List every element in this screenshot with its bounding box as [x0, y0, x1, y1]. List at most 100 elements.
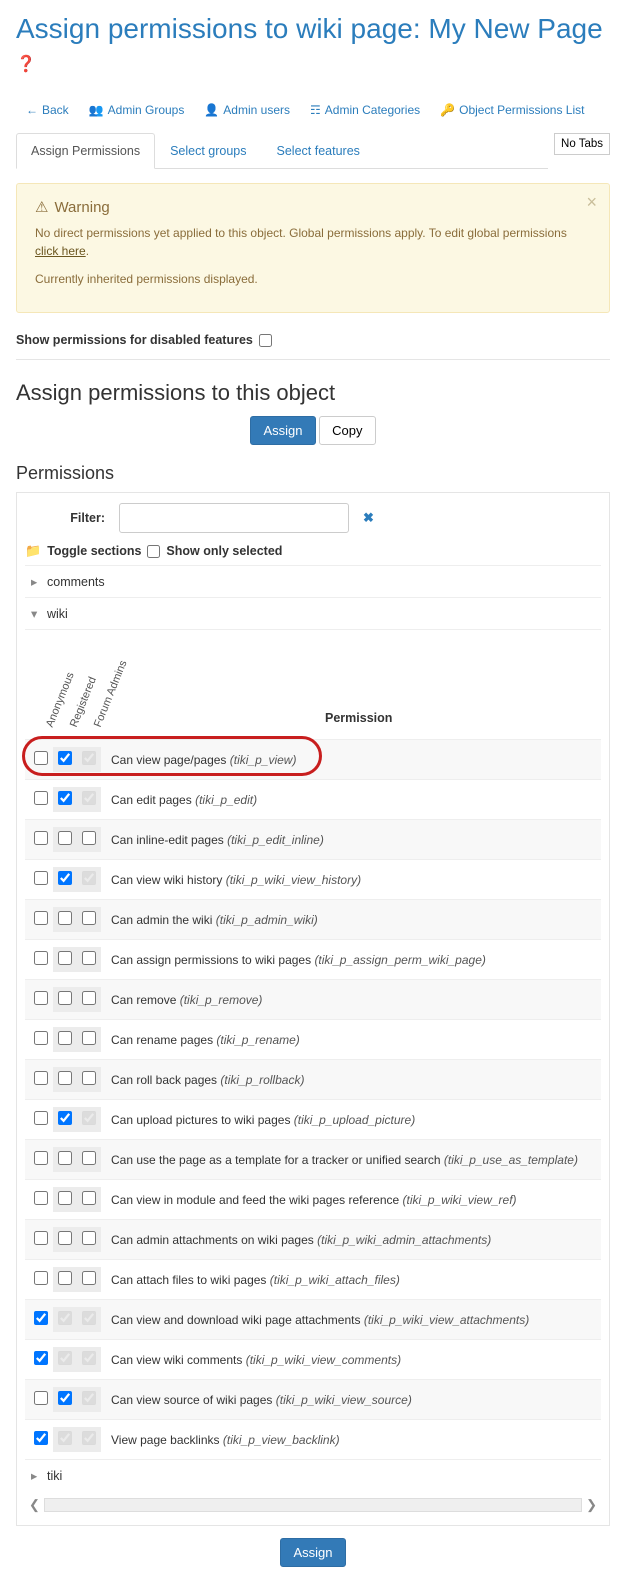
permission-checkbox[interactable] — [58, 951, 72, 965]
section-comments[interactable]: ▸comments — [25, 565, 601, 597]
permission-description: Can remove (tiki_p_remove) — [101, 993, 597, 1007]
permission-checkbox[interactable] — [82, 1031, 96, 1045]
copy-button[interactable]: Copy — [319, 416, 375, 445]
permission-row: Can edit pages (tiki_p_edit) — [25, 779, 601, 819]
permission-checkbox[interactable] — [34, 871, 48, 885]
permission-checkbox[interactable] — [34, 1071, 48, 1085]
admin-groups-label: Admin Groups — [108, 103, 185, 117]
section-wiki[interactable]: ▾wiki — [25, 597, 601, 629]
permission-checkbox[interactable] — [58, 1191, 72, 1205]
permission-checkbox[interactable] — [82, 831, 96, 845]
scroll-left-icon[interactable]: ❮ — [25, 1497, 44, 1513]
permission-checkbox[interactable] — [34, 1151, 48, 1165]
global-perms-link[interactable]: click here — [35, 244, 86, 258]
permission-checkbox-cell — [29, 1111, 53, 1128]
permission-checkbox — [82, 1431, 96, 1445]
permission-checkbox[interactable] — [34, 1391, 48, 1405]
permission-checkbox[interactable] — [34, 1311, 48, 1325]
section-tiki[interactable]: ▸tiki — [25, 1459, 601, 1491]
tab-assign-permissions[interactable]: Assign Permissions — [16, 133, 155, 169]
admin-groups-link[interactable]: 👥Admin Groups — [89, 103, 185, 117]
permission-checkbox[interactable] — [58, 791, 72, 805]
permission-checkbox[interactable] — [34, 751, 48, 765]
admin-users-link[interactable]: 👤Admin users — [204, 103, 290, 117]
permission-checkbox[interactable] — [82, 1271, 96, 1285]
back-link[interactable]: ←Back — [26, 103, 69, 117]
show-only-selected-checkbox[interactable] — [147, 545, 160, 558]
admin-categories-link[interactable]: ☶Admin Categories — [310, 103, 420, 117]
permission-checkbox[interactable] — [82, 1151, 96, 1165]
object-perms-link[interactable]: 🔑Object Permissions List — [440, 103, 584, 117]
permission-row: Can roll back pages (tiki_p_rollback) — [25, 1059, 601, 1099]
section-comments-label: comments — [47, 575, 105, 589]
permission-checkbox[interactable] — [58, 1031, 72, 1045]
permission-checkbox-cell — [53, 1067, 77, 1092]
permission-checkbox[interactable] — [82, 991, 96, 1005]
permission-checkbox-cell — [53, 1027, 77, 1052]
permission-checkbox[interactable] — [58, 911, 72, 925]
permission-checkbox[interactable] — [34, 991, 48, 1005]
permission-row: Can remove (tiki_p_remove) — [25, 979, 601, 1019]
permission-checkbox[interactable] — [34, 951, 48, 965]
toggle-sections-link[interactable]: Toggle sections — [47, 544, 141, 558]
permission-checkbox[interactable] — [34, 1431, 48, 1445]
permission-checkbox-cell — [77, 1347, 101, 1372]
sitemap-icon: ☶ — [310, 103, 321, 117]
permission-row: Can rename pages (tiki_p_rename) — [25, 1019, 601, 1059]
permissions-panel: Filter: ✖ 📁 Toggle sections Show only se… — [16, 492, 610, 1526]
permission-checkbox[interactable] — [34, 1231, 48, 1245]
permission-checkbox-cell — [53, 827, 77, 852]
permission-checkbox — [82, 1311, 96, 1325]
assign-button-footer[interactable]: Assign — [280, 1538, 345, 1567]
permission-checkbox[interactable] — [58, 871, 72, 885]
permission-checkbox[interactable] — [34, 1031, 48, 1045]
permission-checkbox-cell — [53, 1347, 77, 1372]
clear-filter-icon[interactable]: ✖ — [363, 510, 374, 526]
permission-checkbox[interactable] — [58, 1391, 72, 1405]
tab-select-groups[interactable]: Select groups — [155, 133, 261, 169]
no-tabs-button[interactable]: No Tabs — [554, 133, 610, 155]
permission-checkbox[interactable] — [34, 911, 48, 925]
disabled-features-checkbox[interactable] — [259, 334, 272, 347]
permission-checkbox-cell — [29, 1351, 53, 1368]
permission-checkbox[interactable] — [82, 951, 96, 965]
permission-row: View page backlinks (tiki_p_view_backlin… — [25, 1419, 601, 1459]
permission-checkbox[interactable] — [34, 1271, 48, 1285]
assign-button[interactable]: Assign — [250, 416, 315, 445]
permission-checkbox[interactable] — [58, 991, 72, 1005]
permission-checkbox[interactable] — [58, 1111, 72, 1125]
permission-checkbox[interactable] — [34, 831, 48, 845]
permission-checkbox-cell — [77, 867, 101, 892]
close-icon[interactable]: × — [586, 192, 597, 213]
permission-checkbox[interactable] — [82, 1071, 96, 1085]
permission-description: Can view and download wiki page attachme… — [101, 1313, 597, 1327]
disabled-features-toggle: Show permissions for disabled features — [16, 333, 610, 347]
permission-checkbox[interactable] — [58, 1071, 72, 1085]
permission-checkbox[interactable] — [82, 1231, 96, 1245]
permission-checkbox-cell — [53, 1147, 77, 1172]
permission-checkbox[interactable] — [58, 1271, 72, 1285]
permission-checkbox[interactable] — [34, 1111, 48, 1125]
tab-select-features[interactable]: Select features — [262, 133, 375, 169]
filter-input[interactable] — [119, 503, 349, 533]
permission-checkbox-cell — [77, 1267, 101, 1292]
permission-description: Can upload pictures to wiki pages (tiki_… — [101, 1113, 597, 1127]
permission-row: Can view and download wiki page attachme… — [25, 1299, 601, 1339]
permission-checkbox-cell — [77, 1427, 101, 1452]
permission-checkbox-cell — [53, 987, 77, 1012]
permission-checkbox[interactable] — [34, 1351, 48, 1365]
permission-checkbox[interactable] — [58, 1231, 72, 1245]
permission-checkbox[interactable] — [58, 751, 72, 765]
help-icon[interactable]: ❓ — [16, 56, 36, 73]
permission-checkbox[interactable] — [82, 1191, 96, 1205]
permission-checkbox-cell — [29, 871, 53, 888]
permission-checkbox[interactable] — [34, 791, 48, 805]
scroll-right-icon[interactable]: ❯ — [582, 1497, 601, 1513]
permission-checkbox[interactable] — [34, 1191, 48, 1205]
permission-checkbox[interactable] — [58, 1151, 72, 1165]
horizontal-scrollbar[interactable]: ❮ ❯ — [25, 1497, 601, 1513]
scroll-track[interactable] — [44, 1498, 582, 1512]
permission-checkbox[interactable] — [58, 831, 72, 845]
arrow-left-icon: ← — [26, 103, 38, 117]
permission-checkbox[interactable] — [82, 911, 96, 925]
